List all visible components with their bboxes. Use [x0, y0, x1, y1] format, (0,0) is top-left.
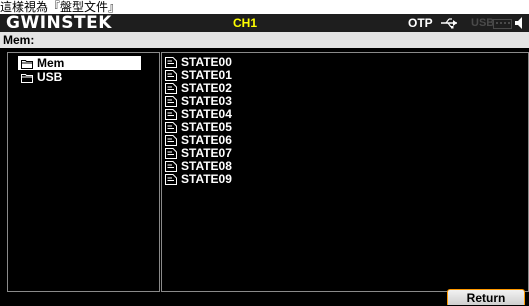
file-name: STATE01: [181, 68, 232, 82]
current-path: Mem:: [3, 33, 35, 47]
file-name: STATE06: [181, 133, 232, 147]
file-icon: [165, 135, 177, 147]
file-icon: [165, 161, 177, 173]
instrument-screen: GWINSTEK CH1 OTP USB Mem: Mem USB STATE0…: [0, 14, 529, 305]
folder-icon: [21, 73, 33, 83]
file-item[interactable]: STATE09: [165, 173, 232, 186]
otp-indicator: OTP: [408, 16, 433, 30]
file-list-panel: STATE00 STATE01 STATE02 STATE03 STATE04 …: [161, 52, 529, 292]
tree-item-mem[interactable]: Mem: [18, 56, 141, 70]
file-icon: [165, 83, 177, 95]
file-icon: [165, 148, 177, 160]
brand-logo: GWINSTEK: [6, 13, 112, 33]
tree-item-usb[interactable]: USB: [18, 70, 65, 84]
folder-icon: [21, 59, 33, 69]
file-icon: [165, 109, 177, 121]
file-icon: [165, 122, 177, 134]
file-icon: [165, 174, 177, 186]
file-name: STATE03: [181, 94, 232, 108]
cropped-caption-text: 這樣視為『盤型文件』: [0, 0, 529, 14]
tree-item-label: USB: [37, 70, 63, 84]
keyboard-lock-icon: [493, 19, 512, 29]
file-icon: [165, 57, 177, 69]
path-bar: Mem:: [0, 32, 529, 48]
tree-item-label: Mem: [37, 56, 65, 70]
file-name: STATE08: [181, 159, 232, 173]
file-name: STATE07: [181, 146, 232, 160]
status-bar: GWINSTEK CH1 OTP USB: [0, 14, 529, 32]
usb-indicator: USB: [471, 17, 495, 29]
file-name: STATE05: [181, 120, 232, 134]
file-name: STATE04: [181, 107, 232, 121]
channel-indicator: CH1: [232, 16, 257, 30]
file-name: STATE09: [181, 172, 232, 186]
folder-tree-panel: Mem USB: [7, 52, 160, 292]
return-button[interactable]: Return: [447, 289, 525, 305]
file-icon: [165, 70, 177, 82]
file-icon: [165, 96, 177, 108]
file-name: STATE00: [181, 55, 232, 69]
file-name: STATE02: [181, 81, 232, 95]
